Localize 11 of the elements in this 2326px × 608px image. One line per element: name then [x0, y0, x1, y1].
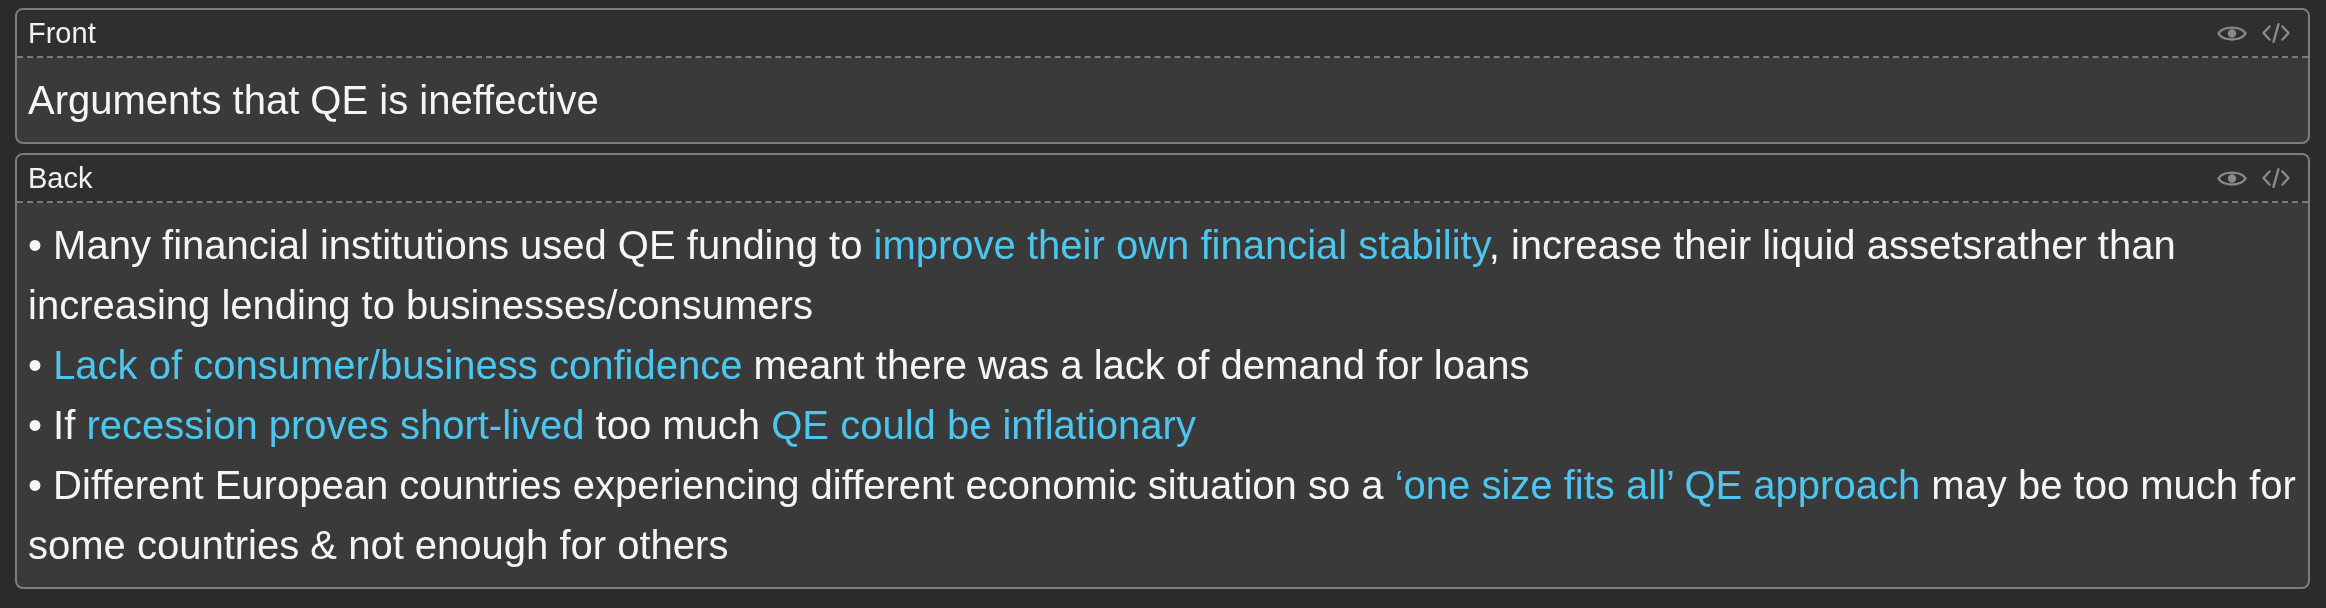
- field-label: Front: [28, 16, 96, 50]
- eye-icon[interactable]: [2217, 168, 2247, 188]
- field-text: • Lack of consumer/business confidence meant there was a lack of demand for loans: [28, 342, 1531, 389]
- field-label: Back: [28, 161, 93, 195]
- field-text: Arguments that QE is ineffective: [28, 77, 600, 124]
- field-text: • Different European countries experiencing different economic situation so a ‘one size fits all’ QE approach may be too much for some countries & not enough for others: [28, 462, 2297, 569]
- code-icon[interactable]: [2262, 168, 2290, 188]
- eye-icon[interactable]: [2217, 23, 2247, 43]
- code-icon[interactable]: [2262, 23, 2290, 43]
- field-text: • If recession proves short-lived too much QE could be inflationary: [28, 402, 1197, 449]
- text-editor-field[interactable]: Arguments that QE is ineffective: [17, 58, 2308, 142]
